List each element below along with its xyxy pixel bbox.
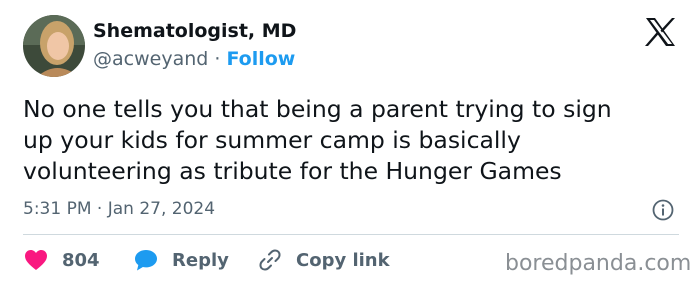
divider: [23, 234, 679, 235]
copy-link-label: Copy link: [296, 249, 390, 271]
follow-button[interactable]: Follow: [226, 48, 295, 70]
info-icon[interactable]: [652, 199, 674, 221]
speech-bubble-icon: [135, 249, 157, 270]
watermark: boredpanda.com: [505, 251, 692, 276]
author-name[interactable]: Shematologist, MD: [93, 20, 296, 42]
reply-button[interactable]: Reply: [134, 248, 229, 272]
handle-separator: ·: [214, 48, 221, 70]
author-handle-row: @acweyand · Follow: [93, 48, 295, 70]
link-icon: [259, 249, 281, 271]
tweet-timestamp[interactable]: 5:31 PM · Jan 27, 2024: [23, 199, 215, 219]
author-handle[interactable]: @acweyand: [93, 48, 208, 70]
likes-count: 804: [62, 249, 100, 271]
reply-label: Reply: [172, 249, 229, 271]
heart-icon: [25, 250, 47, 270]
tweet-text: No one tells you that being a parent try…: [23, 95, 612, 185]
x-logo-icon[interactable]: [644, 17, 676, 47]
avatar[interactable]: [23, 15, 85, 77]
like-button[interactable]: 804: [24, 248, 100, 272]
copy-link-button[interactable]: Copy link: [258, 248, 390, 272]
